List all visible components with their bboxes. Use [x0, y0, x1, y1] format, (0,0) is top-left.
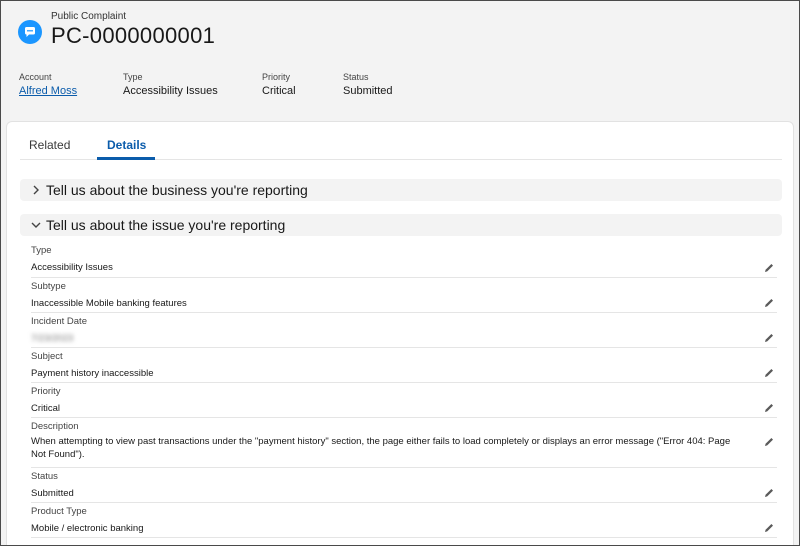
- section-issue-header[interactable]: Tell us about the issue you're reporting: [20, 214, 782, 236]
- field-priority: Priority Critical: [31, 383, 777, 418]
- field-value: Accessibility Issues: [31, 262, 113, 273]
- field-label: Product Type: [31, 506, 87, 517]
- pencil-icon[interactable]: [763, 402, 775, 414]
- pencil-icon[interactable]: [763, 262, 775, 274]
- field-label: Type: [31, 245, 52, 256]
- highlight-label: Status: [343, 72, 369, 82]
- field-value: Critical: [31, 403, 61, 414]
- highlight-type: Type Accessibility Issues: [123, 72, 218, 97]
- section-title: Tell us about the issue you're reporting: [46, 217, 286, 233]
- pencil-icon[interactable]: [763, 332, 775, 344]
- highlight-label: Priority: [262, 72, 291, 82]
- app-window: Public Complaint PC-0000000001 Account A…: [0, 0, 800, 546]
- field-type: Type Accessibility Issues: [31, 242, 777, 278]
- field-label: Priority: [31, 386, 61, 397]
- section-title: Tell us about the business you're report…: [46, 182, 308, 198]
- tab-related[interactable]: Related: [29, 138, 70, 152]
- field-value: Mobile / electronic banking: [31, 523, 144, 534]
- pencil-icon[interactable]: [763, 487, 775, 499]
- highlight-account: Account Alfred Moss: [19, 72, 77, 97]
- field-label: Subject: [31, 351, 63, 362]
- complaint-chat-icon: [18, 20, 42, 44]
- highlight-label: Type: [123, 72, 143, 82]
- field-value: 7/23/2023: [31, 333, 74, 344]
- field-subject: Subject Payment history inaccessible: [31, 348, 777, 383]
- tab-details[interactable]: Details: [107, 138, 146, 152]
- field-value: Submitted: [31, 488, 74, 499]
- field-label: Incident Date: [31, 316, 87, 327]
- pencil-icon[interactable]: [763, 436, 775, 448]
- highlight-value: Submitted: [343, 85, 393, 97]
- field-description: Description When attempting to view past…: [31, 418, 777, 468]
- field-product-type: Product Type Mobile / electronic banking: [31, 503, 777, 538]
- field-value: Payment history inaccessible: [31, 368, 154, 379]
- field-subtype: Subtype Inaccessible Mobile banking feat…: [31, 278, 777, 313]
- highlight-value: Accessibility Issues: [123, 85, 218, 97]
- field-value: When attempting to view past transaction…: [31, 436, 731, 460]
- field-incident-date: Incident Date 7/23/2023: [31, 313, 777, 348]
- account-link[interactable]: Alfred Moss: [19, 85, 77, 97]
- chevron-down-icon: [31, 222, 41, 228]
- record-title: PC-0000000001: [51, 23, 216, 48]
- record-header: Public Complaint PC-0000000001 Account A…: [1, 1, 799, 121]
- chevron-right-icon: [33, 185, 39, 195]
- pencil-icon[interactable]: [763, 522, 775, 534]
- pencil-icon[interactable]: [763, 297, 775, 309]
- field-label: Status: [31, 471, 58, 482]
- active-tab-indicator: [97, 157, 155, 160]
- highlight-status: Status Submitted: [343, 72, 393, 97]
- field-label: Description: [31, 421, 79, 432]
- highlight-label: Account: [19, 72, 52, 82]
- object-type-label: Public Complaint: [51, 11, 127, 22]
- section-business-header[interactable]: Tell us about the business you're report…: [20, 179, 782, 201]
- highlight-value: Critical: [262, 85, 296, 97]
- highlight-priority: Priority Critical: [262, 72, 296, 97]
- field-value: Inaccessible Mobile banking features: [31, 298, 187, 309]
- field-label: Subtype: [31, 281, 66, 292]
- field-status: Status Submitted: [31, 468, 777, 503]
- pencil-icon[interactable]: [763, 367, 775, 379]
- details-card: Related Details Tell us about the busine…: [6, 121, 794, 545]
- tab-bar: Related Details: [20, 132, 782, 160]
